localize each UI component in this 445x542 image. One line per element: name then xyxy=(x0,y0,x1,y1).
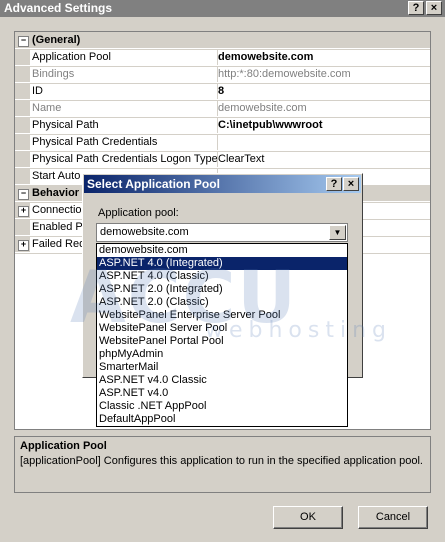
property-value[interactable]: demowebsite.com xyxy=(216,100,432,116)
property-name: Physical Path Credentials xyxy=(30,134,218,150)
collapse-icon[interactable]: − xyxy=(18,189,29,200)
watermark-subtitle: webhosting xyxy=(205,318,393,343)
dialog-title: Select Application Pool xyxy=(87,177,220,191)
expand-icon[interactable]: + xyxy=(18,240,29,251)
list-item[interactable]: phpMyAdmin xyxy=(97,348,347,361)
help-button[interactable]: ? xyxy=(408,1,424,15)
app-pool-selected-value: demowebsite.com xyxy=(100,226,189,238)
property-name: Physical Path xyxy=(30,117,218,133)
description-panel: Application Pool [applicationPool] Confi… xyxy=(14,436,431,493)
property-value[interactable]: demowebsite.com xyxy=(216,49,432,65)
ok-button[interactable]: OK xyxy=(273,506,343,529)
property-row[interactable]: Bindings http:*:80:demowebsite.com xyxy=(15,66,430,84)
property-name: Physical Path Credentials Logon Type xyxy=(32,151,218,167)
close-button[interactable]: × xyxy=(426,1,442,15)
list-item[interactable]: Classic .NET AppPool xyxy=(97,400,347,413)
list-item[interactable]: SmarterMail xyxy=(97,361,347,374)
category-label: Behavior xyxy=(32,187,80,199)
property-name: ID xyxy=(30,83,218,99)
property-name: Name xyxy=(30,100,218,116)
help-icon: ? xyxy=(330,178,338,190)
expand-icon[interactable]: + xyxy=(18,206,29,217)
property-row[interactable]: Name demowebsite.com xyxy=(15,100,430,118)
dropdown-button[interactable]: ▼ xyxy=(329,225,346,240)
property-value[interactable] xyxy=(216,134,432,150)
property-row[interactable]: ID 8 xyxy=(15,83,430,101)
close-icon: × xyxy=(347,178,355,190)
property-row[interactable]: Application Pool demowebsite.com xyxy=(15,49,430,67)
category-label: (General) xyxy=(32,34,81,46)
category-general[interactable]: − (General) xyxy=(15,32,430,50)
property-name: Application Pool xyxy=(30,49,218,65)
app-pool-label: Application pool: xyxy=(98,207,179,219)
description-text: [applicationPool] Configures this applic… xyxy=(20,455,423,467)
close-icon: × xyxy=(430,2,438,14)
chevron-down-icon: ▼ xyxy=(333,228,342,237)
collapse-icon[interactable]: − xyxy=(18,36,29,47)
property-value[interactable]: C:\inetpub\wwwroot xyxy=(216,117,432,133)
cancel-button[interactable]: Cancel xyxy=(358,506,428,529)
property-name: Bindings xyxy=(30,66,218,82)
property-row[interactable]: Physical Path Credentials Logon Type Cle… xyxy=(15,151,430,169)
property-row[interactable]: Physical Path Credentials xyxy=(15,134,430,152)
dialog-close-button[interactable]: × xyxy=(343,177,359,191)
property-row[interactable]: Physical Path C:\inetpub\wwwroot xyxy=(15,117,430,135)
property-value[interactable]: http:*:80:demowebsite.com xyxy=(216,66,432,82)
list-item[interactable]: DefaultAppPool xyxy=(97,413,347,426)
window-title: Advanced Settings xyxy=(4,1,113,15)
dialog-help-button[interactable]: ? xyxy=(326,177,342,191)
list-item[interactable]: ASP.NET v4.0 xyxy=(97,387,347,400)
property-value[interactable]: ClearText xyxy=(216,151,432,167)
dialog-title-bar: Select Application Pool xyxy=(84,175,361,193)
app-pool-select[interactable]: demowebsite.com xyxy=(96,223,348,242)
description-title: Application Pool xyxy=(20,440,107,452)
property-value[interactable]: 8 xyxy=(216,83,432,99)
window-title-bar: Advanced Settings xyxy=(0,0,445,17)
help-icon: ? xyxy=(412,2,420,14)
list-item[interactable]: ASP.NET v4.0 Classic xyxy=(97,374,347,387)
